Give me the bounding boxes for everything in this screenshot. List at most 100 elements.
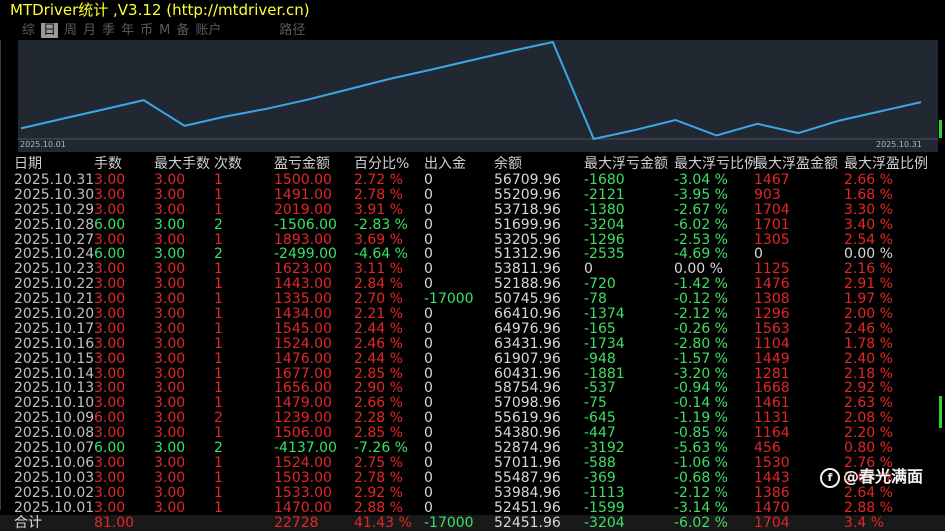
table-row[interactable]: 2025.10.17 3.00 3.00 1 1545.00 2.44 % 0 64976.9… [0,322,945,337]
cell-mfp: 1443 [754,469,790,486]
cell-balance: 64976.96 [494,320,561,337]
table-row[interactable]: 2025.10.30 3.00 3.00 1 1491.00 2.78 % 0 55209.9… [0,186,945,203]
cell-mflp: -3.04 % [674,172,728,188]
table-row[interactable]: 2025.10.29 3.00 3.00 1 2019.00 3.91 % 0 53718.9… [0,201,945,218]
total-io: -17000 [424,515,474,531]
column-header[interactable]: 出入金 [424,155,466,173]
table-row[interactable]: 2025.10.15 3.00 3.00 1 1476.00 2.44 % 0 61907.9… [0,350,945,367]
cell-pct: 2.88 % [354,499,403,516]
table-row[interactable]: 2025.10.28 6.00 3.00 2 -1506.00 -2.83 % 0 51699… [0,217,945,233]
table-row[interactable]: 2025.10.07 6.00 3.00 2 -4137.00 -7.26 % 0 52874… [0,441,945,456]
cell-mfl: -1113 [584,484,625,501]
cell-mfpp: 2.18 % [844,365,893,382]
tab-5[interactable]: 年 [121,23,134,38]
cell-pct: 2.78 % [354,186,403,203]
cell-pnl: 2019.00 [274,201,332,218]
cell-pct: 2.66 % [354,395,403,412]
cell-mfp: 1668 [754,380,790,397]
tab-1[interactable]: 日 [41,23,59,38]
cell-lots: 3.00 [94,365,126,382]
cell-mfpp: 2.63 % [844,395,893,412]
column-header[interactable]: 盈亏金额 [274,155,330,173]
cell-mflp: -0.14 % [674,395,728,412]
tab-8[interactable]: 备 [176,23,189,38]
cell-mfp: 1476 [754,276,790,293]
scroll-indicator-top[interactable] [939,120,942,138]
equity-chart: 2025.10.01 2025.10.31 [18,40,938,152]
cell-pnl: 1893.00 [274,231,332,248]
table-row[interactable]: 2025.10.27 3.00 3.00 1 1893.00 3.69 % 0 53205.9… [0,231,945,248]
cell-max-lots: 3.00 [154,172,186,188]
cell-lots: 3.00 [94,425,126,442]
cell-mflp: -2.12 % [674,306,728,323]
cell-max-lots: 3.00 [154,261,186,278]
window-title: MTDriver统计 ,V3.12 (http://mtdriver.cn) [10,1,310,19]
column-header[interactable]: 手数 [94,155,122,173]
table-row[interactable]: 2025.10.20 3.00 3.00 1 1434.00 2.21 % 0 66410.9… [0,307,945,322]
cell-balance: 60431.96 [494,365,561,382]
cell-date: 2025.10.09 [14,410,95,427]
cell-count: 1 [214,291,223,308]
cell-date: 2025.10.29 [14,201,95,218]
table-row[interactable]: 2025.10.22 3.00 3.00 1 1443.00 2.84 % 0 52188.9… [0,277,945,292]
cell-mfpp: 2.00 % [844,306,893,323]
cell-mfl: -78 [584,291,607,308]
cell-max-lots: 3.00 [154,410,186,427]
cell-max-lots: 3.00 [154,454,186,471]
tab-9[interactable]: 账户 [195,23,221,38]
cell-mflp: -3.20 % [674,365,728,382]
table-row[interactable]: 2025.10.23 3.00 3.00 1 1623.00 3.11 % 0 53811.9… [0,262,945,277]
cell-count: 1 [214,454,223,471]
table-header: 日期 手数 最大手数 次数 盈亏金额 百分比% 出入金 余额 最大浮亏金额 最大浮亏比例 最大浮盈金… [0,155,945,173]
cell-pnl: -2499.00 [274,246,337,263]
tab-2[interactable]: 周 [64,23,77,38]
table-row[interactable]: 2025.10.03 3.00 3.00 1 1503.00 2.78 % 0 55487.9… [0,469,945,486]
column-header[interactable]: 日期 [14,155,42,173]
cell-mfpp: 2.08 % [844,410,893,427]
column-header[interactable]: 次数 [214,155,242,173]
table-row[interactable]: 2025.10.31 3.00 3.00 1 1500.00 2.72 % 0 56709.9… [0,173,945,188]
cell-max-lots: 3.00 [154,425,186,442]
table-row[interactable]: 2025.10.08 3.00 3.00 1 1506.00 2.85 % 0 54380.9… [0,426,945,441]
tab-7[interactable]: M [159,23,170,38]
tab-10[interactable]: 路径 [279,23,305,38]
column-header[interactable]: 最大浮亏金额 [584,155,668,173]
table-row[interactable]: 2025.10.09 6.00 3.00 2 1239.00 2.28 % 0 55619.9… [0,411,945,426]
column-header[interactable]: 百分比% [354,155,409,173]
column-header[interactable]: 最大浮盈金额 [754,155,838,173]
cell-mfp: 1449 [754,350,790,367]
table-row[interactable]: 2025.10.02 3.00 3.00 1 1533.00 2.92 % 0 53984.9… [0,484,945,501]
cell-mflp: -1.06 % [674,454,728,471]
tab-4[interactable]: 季 [102,23,115,38]
equity-line [20,40,922,141]
table-row[interactable]: 2025.10.01 3.00 3.00 1 1470.00 2.88 % 0 52451.9… [0,499,945,516]
table-row[interactable]: 2025.10.06 3.00 3.00 1 1524.00 2.75 % 0 57011.9… [0,456,945,471]
column-header[interactable]: 最大手数 [154,155,210,173]
cell-balance: 53811.96 [494,261,561,278]
cell-balance: 53718.96 [494,201,561,218]
cell-pct: 2.28 % [354,410,403,427]
cell-mflp: -1.19 % [674,410,728,427]
cell-count: 1 [214,320,223,337]
column-header[interactable]: 余额 [494,155,522,173]
cell-lots: 3.00 [94,395,126,412]
cell-pnl: 1623.00 [274,261,332,278]
tab-3[interactable]: 月 [83,23,96,38]
table-row[interactable]: 2025.10.13 3.00 3.00 1 1656.00 2.90 % 0 58754.9… [0,381,945,396]
table-row[interactable]: 2025.10.10 3.00 3.00 1 1479.00 2.66 % 0 57098.9… [0,396,945,411]
table-row[interactable]: 2025.10.24 6.00 3.00 2 -2499.00 -4.64 % 0 51312… [0,247,945,262]
cell-pct: 2.90 % [354,380,403,397]
cell-lots: 3.00 [94,306,126,323]
table-row[interactable]: 2025.10.21 3.00 3.00 1 1335.00 2.70 % -17000 50… [0,292,945,307]
column-header[interactable]: 最大浮盈比例 [844,155,928,173]
cell-mfp: 1704 [754,201,790,218]
table-row[interactable]: 2025.10.16 3.00 3.00 1 1524.00 2.46 % 0 63431.9… [0,336,945,352]
cell-date: 2025.10.20 [14,306,95,323]
cell-balance: 56709.96 [494,172,561,188]
column-header[interactable]: 最大浮亏比例 [674,155,758,173]
cell-pct: 2.72 % [354,172,403,188]
tab-6[interactable]: 币 [140,23,153,38]
cell-max-lots: 3.00 [154,201,186,218]
table-row[interactable]: 2025.10.14 3.00 3.00 1 1677.00 2.85 % 0 60431.9… [0,365,945,382]
tab-0[interactable]: 综 [22,23,35,38]
